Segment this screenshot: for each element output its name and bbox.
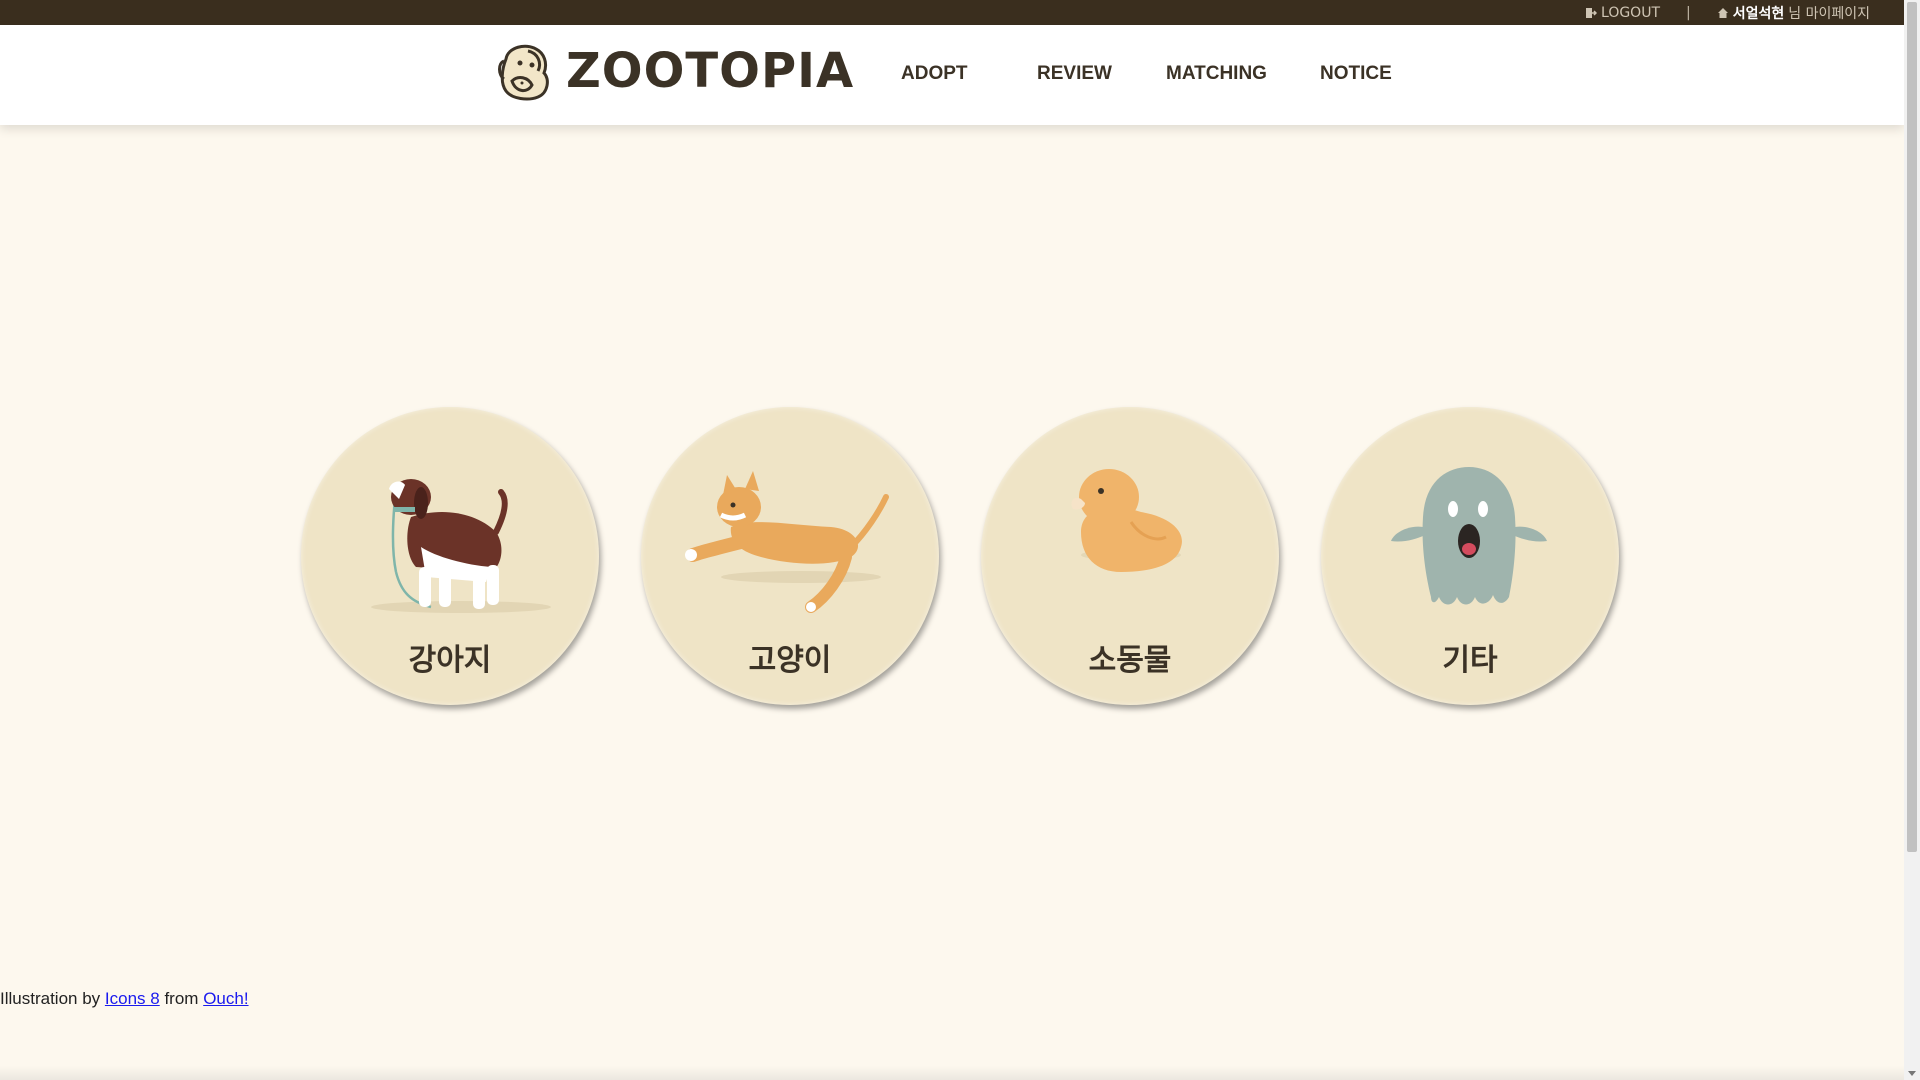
credit-prefix: Illustration by — [0, 989, 101, 1008]
category-small-animal[interactable]: 소동물 — [981, 407, 1279, 705]
illustration-credit: Illustration by Icons 8 from Ouch! — [0, 989, 249, 1009]
category-section: 강아지 고양이 소동물 기타 — [0, 407, 1904, 707]
category-label: 강아지 — [408, 643, 492, 678]
logout-link[interactable]: LOGOUT — [1585, 5, 1660, 21]
category-etc[interactable]: 기타 — [1321, 407, 1619, 705]
nav-matching[interactable]: MATCHING — [1166, 63, 1267, 85]
logout-label: LOGOUT — [1601, 4, 1661, 21]
category-label: 기타 — [1442, 643, 1498, 678]
main-header: ZOOTOPIA ADOPT REVIEW MATCHING NOTICE — [0, 25, 1904, 125]
home-icon — [1717, 7, 1728, 18]
category-cat[interactable]: 고양이 — [641, 407, 939, 705]
nav-notice[interactable]: NOTICE — [1320, 63, 1392, 85]
mypage-label: 님 마이페이지 — [1788, 5, 1870, 22]
site-logo[interactable]: ZOOTOPIA — [498, 41, 854, 101]
scroll-down-arrow-icon[interactable] — [1908, 1071, 1916, 1076]
credit-middle: from — [164, 989, 199, 1008]
page-bottom-edge — [0, 1066, 1904, 1080]
vertical-scrollbar[interactable] — [1904, 0, 1920, 1080]
dog-cat-logo-icon — [498, 44, 549, 101]
user-name: 서얼석현 — [1732, 5, 1785, 22]
scrollbar-thumb[interactable] — [1907, 2, 1917, 852]
mypage-link[interactable]: 서얼석현 님 마이페이지 — [1717, 3, 1870, 23]
category-label: 소동물 — [1088, 643, 1172, 678]
top-utility-bar: LOGOUT | 서얼석현 님 마이페이지 — [0, 0, 1904, 25]
nav-review[interactable]: REVIEW — [1037, 63, 1112, 85]
logo-text: ZOOTOPIA — [566, 43, 855, 99]
category-dog[interactable]: 강아지 — [301, 407, 599, 705]
ouch-link[interactable]: Ouch! — [203, 989, 248, 1008]
icons8-link[interactable]: Icons 8 — [105, 989, 160, 1008]
logout-icon — [1586, 7, 1598, 18]
nav-adopt[interactable]: ADOPT — [901, 63, 968, 85]
category-label: 고양이 — [748, 643, 832, 678]
separator: | — [1686, 4, 1691, 21]
